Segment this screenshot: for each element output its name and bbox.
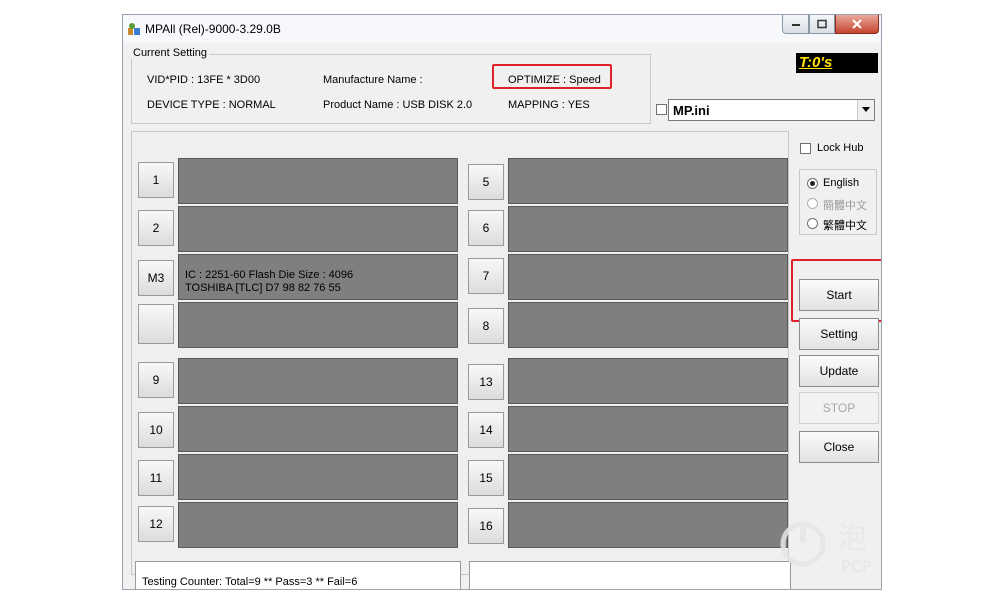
port-13-slot	[508, 358, 788, 404]
port-11-slot	[178, 454, 458, 500]
mapping-text: MAPPING : YES	[508, 99, 590, 111]
watermark-subtext: PCP	[841, 557, 872, 576]
testing-counter-text: Testing Counter: Total=9 ** Pass=3 ** Fa…	[142, 576, 358, 588]
ports-panel: 1 2 M3 IC : 2251-60 Flash Die Size : 409…	[131, 131, 789, 575]
port-7-button[interactable]: 7	[468, 258, 504, 294]
port-m3-ic-line: IC : 2251-60 Flash Die Size : 4096	[185, 269, 354, 281]
port-16-slot	[508, 502, 788, 548]
setting-button[interactable]: Setting	[799, 318, 879, 350]
port-6-button[interactable]: 6	[468, 210, 504, 246]
watermark-glyph: 泡	[837, 521, 867, 556]
port-12-slot	[178, 502, 458, 548]
port-5-slot	[508, 158, 788, 204]
port-14-button[interactable]: 14	[468, 412, 504, 448]
port-m3-slot: IC : 2251-60 Flash Die Size : 4096 TOSHI…	[178, 254, 458, 300]
close-icon	[852, 19, 862, 29]
port-10-button[interactable]: 10	[138, 412, 174, 448]
traditional-chinese-radio[interactable]	[807, 218, 818, 229]
port-15-slot	[508, 454, 788, 500]
start-highlight-box	[791, 259, 881, 322]
optimize-highlight-box	[492, 64, 612, 89]
maximize-icon	[817, 19, 827, 29]
port-8-button[interactable]: 8	[468, 308, 504, 344]
port-1-button[interactable]: 1	[138, 162, 174, 198]
port-11-button[interactable]: 11	[138, 460, 174, 496]
title-bar: MPAll (Rel)-9000-3.29.0B	[123, 15, 881, 43]
port-9-slot	[178, 358, 458, 404]
stop-button[interactable]: STOP	[799, 392, 879, 424]
port-12-button[interactable]: 12	[138, 506, 174, 542]
port-13-button[interactable]: 13	[468, 364, 504, 400]
port-16-button[interactable]: 16	[468, 508, 504, 544]
port-1-slot	[178, 158, 458, 204]
port-14-slot	[508, 406, 788, 452]
current-setting-legend: Current Setting	[131, 47, 209, 59]
close-button[interactable]: Close	[799, 431, 879, 463]
port-4-button[interactable]	[138, 304, 174, 344]
port-m3-info: IC : 2251-60 Flash Die Size : 4096 TOSHI…	[185, 269, 353, 295]
simplified-chinese-radio[interactable]	[807, 198, 818, 209]
minimize-button[interactable]	[782, 15, 809, 34]
manufacture-name-text: Manufacture Name :	[323, 74, 423, 86]
port-4-slot	[178, 302, 458, 348]
ini-checkbox[interactable]	[656, 104, 667, 115]
port-9-button[interactable]: 9	[138, 362, 174, 398]
device-type-text: DEVICE TYPE : NORMAL	[147, 99, 276, 111]
timer-display: T:0's	[796, 53, 878, 73]
port-2-button[interactable]: 2	[138, 210, 174, 246]
ini-select[interactable]: MP.ini	[668, 99, 875, 121]
mpall-window: MPAll (Rel)-9000-3.29.0B Current Setting…	[122, 14, 882, 590]
status-message-bar	[469, 561, 791, 589]
dropdown-arrow-icon[interactable]	[857, 100, 874, 120]
window-title: MPAll (Rel)-9000-3.29.0B	[145, 22, 281, 36]
lock-hub-label: Lock Hub	[817, 142, 864, 154]
product-name-text: Product Name : USB DISK 2.0	[323, 99, 473, 111]
port-7-slot	[508, 254, 788, 300]
port-m3-button[interactable]: M3	[138, 260, 174, 296]
minimize-icon	[791, 24, 800, 26]
status-counter-bar: Testing Counter: Total=9 ** Pass=3 ** Fa…	[135, 561, 461, 589]
pcp-watermark-logo: 泡 PCP	[775, 508, 895, 578]
english-label: English	[823, 177, 860, 189]
english-radio[interactable]	[807, 178, 818, 189]
port-m3-flash-line: TOSHIBA [TLC] D7 98 82 76 55	[185, 282, 341, 294]
port-6-slot	[508, 206, 788, 252]
port-15-button[interactable]: 15	[468, 460, 504, 496]
port-2-slot	[178, 206, 458, 252]
port-8-slot	[508, 302, 788, 348]
simplified-chinese-label: 簡體中文	[823, 200, 867, 212]
close-window-button[interactable]	[835, 15, 879, 34]
traditional-chinese-label: 繁體中文	[823, 220, 867, 232]
port-5-button[interactable]: 5	[468, 164, 504, 200]
port-10-slot	[178, 406, 458, 452]
lock-hub-checkbox[interactable]	[800, 143, 811, 154]
vid-pid-text: VID*PID : 13FE * 3D00	[147, 74, 261, 86]
update-button[interactable]: Update	[799, 355, 879, 387]
app-icon	[127, 22, 141, 36]
maximize-button[interactable]	[809, 15, 835, 34]
ini-select-value: MP.ini	[673, 103, 710, 118]
